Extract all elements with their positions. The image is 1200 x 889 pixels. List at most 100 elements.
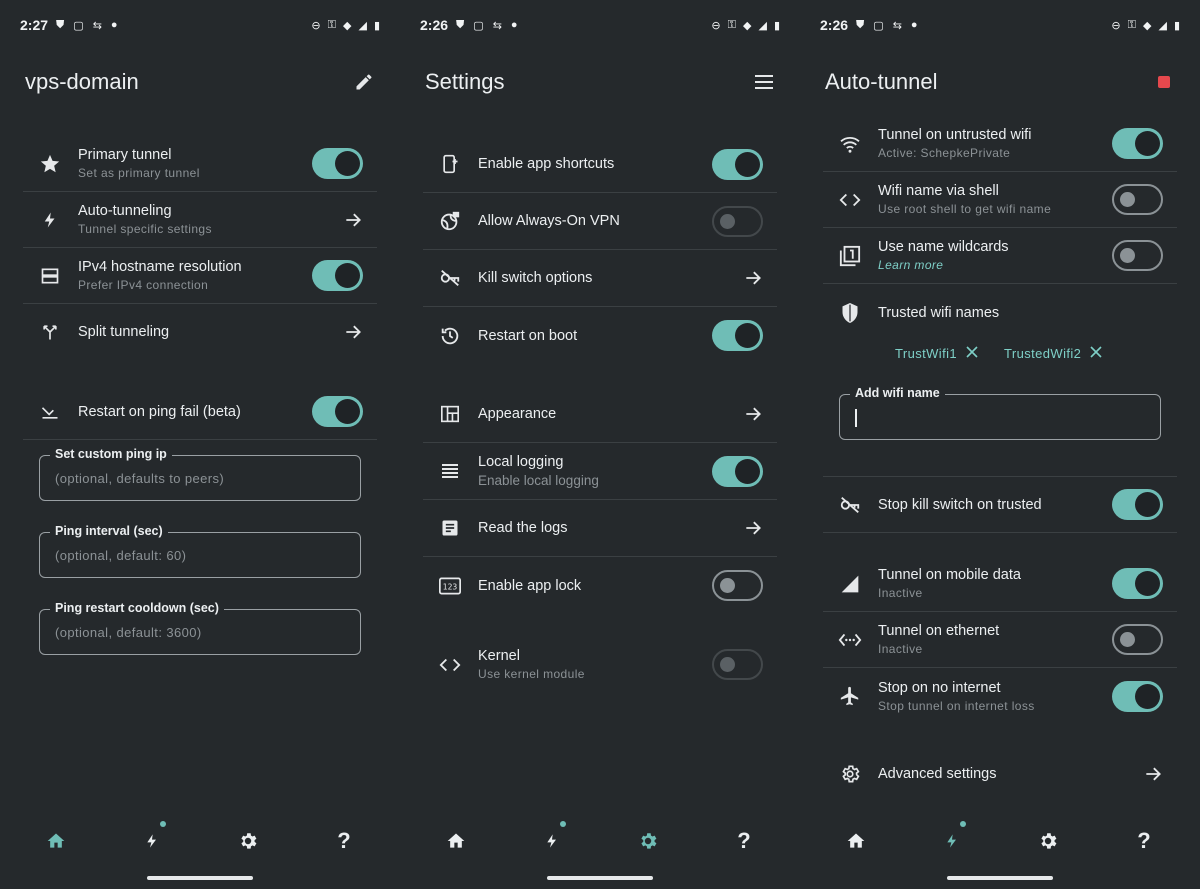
primary-tunnel-toggle[interactable] — [312, 148, 363, 179]
nav-settings[interactable] — [232, 825, 264, 857]
arrow-right-icon[interactable] — [343, 210, 363, 230]
arrow-right-icon[interactable] — [743, 268, 763, 288]
logs-icon — [436, 514, 464, 542]
chip-label: TrustWifi1 — [895, 346, 958, 361]
nav-home[interactable] — [440, 825, 472, 857]
row-auto-tunneling[interactable]: Auto-tunneling Tunnel specific settings — [23, 192, 377, 248]
shield-status-icon: ⛊ — [56, 18, 65, 31]
app-lock-toggle[interactable] — [712, 570, 763, 601]
status-bar: 2:26 ⛊ ▢ ⇆ ● ⊖ ⚿ ◆ ◢ ▮ — [420, 15, 780, 35]
menu-icon[interactable] — [752, 70, 776, 94]
nav-help[interactable]: ? — [328, 825, 360, 857]
nav-home[interactable] — [40, 825, 72, 857]
row-kill-switch-options[interactable]: Kill switch options — [423, 250, 777, 307]
ipv4-toggle[interactable] — [312, 260, 363, 291]
row-local-logging[interactable]: Local logging Enable local logging — [423, 443, 777, 500]
nav-home[interactable] — [840, 825, 872, 857]
stop-icon[interactable] — [1152, 70, 1176, 94]
add-wifi-name-input[interactable] — [852, 407, 1142, 429]
row-sublabel: Tunnel specific settings — [78, 222, 212, 236]
close-icon[interactable] — [966, 346, 978, 361]
screen-auto-tunnel: 2:26 ⛊ ▢ ⇆ ● ⊖ ⚿ ◆ ◢ ▮ Auto-tunnel Tunne… — [800, 0, 1200, 889]
wifi-status-icon: ◆ — [743, 19, 752, 32]
home-icon — [847, 833, 865, 848]
app-shortcuts-toggle[interactable] — [712, 148, 763, 180]
row-label: Tunnel on mobile data — [878, 567, 1021, 583]
no-internet-toggle[interactable] — [1112, 680, 1163, 712]
always-on-vpn-toggle[interactable] — [712, 205, 763, 237]
gear-icon — [241, 833, 257, 849]
local-logging-toggle[interactable] — [712, 455, 763, 487]
field-placeholder: (optional, default: 60) — [55, 548, 187, 563]
row-kernel[interactable]: Kernel Use kernel module — [423, 636, 777, 693]
server-icon — [36, 262, 64, 290]
row-label: Read the logs — [478, 520, 568, 536]
ping-cooldown-field[interactable]: Ping restart cooldown (sec) (optional, d… — [39, 601, 361, 655]
row-label: Split tunneling — [78, 324, 170, 340]
row-sublabel: Prefer IPv4 connection — [78, 278, 209, 292]
row-primary-tunnel[interactable]: Primary tunnel Set as primary tunnel — [23, 136, 377, 192]
add-wifi-name-field[interactable]: Add wifi name — [839, 386, 1161, 440]
stop-kill-switch-toggle[interactable] — [1112, 489, 1163, 520]
wifi-shell-toggle[interactable] — [1112, 184, 1163, 215]
arrow-right-icon[interactable] — [1143, 764, 1163, 784]
row-appearance[interactable]: Appearance — [423, 386, 777, 443]
nav-autotunnel[interactable] — [536, 821, 568, 857]
vpn-key-status-icon: ⚿ — [727, 18, 736, 31]
row-restart-on-boot[interactable]: Restart on boot — [423, 307, 777, 364]
row-advanced-settings[interactable]: Advanced settings — [823, 746, 1177, 802]
arrow-right-icon[interactable] — [743, 518, 763, 538]
kernel-toggle[interactable] — [712, 649, 763, 680]
untrusted-wifi-toggle[interactable] — [1112, 128, 1163, 159]
row-always-on-vpn[interactable]: Allow Always-On VPN — [423, 193, 777, 250]
row-app-lock[interactable]: 123 Enable app lock — [423, 557, 777, 614]
row-name-wildcards[interactable]: Use name wildcards Learn more — [823, 228, 1177, 284]
row-restart-ping-fail[interactable]: Restart on ping fail (beta) — [23, 384, 377, 440]
nav-autotunnel[interactable] — [136, 821, 168, 857]
learn-more-link[interactable]: Learn more — [878, 258, 1009, 272]
row-no-internet[interactable]: Stop on no internet Stop tunnel on inter… — [823, 668, 1177, 724]
row-wifi-via-shell[interactable]: Wifi name via shell Use root shell to ge… — [823, 172, 1177, 228]
nav-help[interactable]: ? — [1128, 825, 1160, 857]
nav-help[interactable]: ? — [728, 825, 760, 857]
row-label: Enable app lock — [478, 577, 582, 594]
row-stop-kill-switch-trusted[interactable]: Stop kill switch on trusted — [823, 476, 1177, 533]
ethernet-toggle[interactable] — [1112, 624, 1163, 655]
star-icon — [36, 150, 64, 178]
row-read-logs[interactable]: Read the logs — [423, 500, 777, 557]
row-app-shortcuts[interactable]: Enable app shortcuts — [423, 136, 777, 193]
pencil-icon[interactable] — [352, 70, 376, 94]
row-ipv4-resolution[interactable]: IPv4 hostname resolution Prefer IPv4 con… — [23, 248, 377, 304]
row-mobile-data[interactable]: Tunnel on mobile data Inactive — [823, 556, 1177, 612]
nav-autotunnel[interactable] — [936, 821, 968, 857]
nav-settings[interactable] — [1032, 825, 1064, 857]
row-trusted-wifi-names: Trusted wifi names — [823, 285, 1177, 341]
custom-ping-ip-field[interactable]: Set custom ping ip (optional, defaults t… — [39, 447, 361, 501]
ping-interval-field[interactable]: Ping interval (sec) (optional, default: … — [39, 524, 361, 578]
row-label: Tunnel on untrusted wifi — [878, 127, 1032, 143]
history-icon — [436, 322, 464, 350]
home-icon — [447, 833, 465, 848]
status-bar: 2:27 ⛊ ▢ ⇆ ● ⊖ ⚿ ◆ ◢ ▮ — [20, 15, 380, 35]
field-placeholder: (optional, default: 3600) — [55, 625, 202, 640]
home-icon — [47, 833, 65, 848]
nav-settings[interactable] — [632, 825, 664, 857]
bottom-nav: ? — [800, 821, 1200, 857]
arrow-right-icon[interactable] — [743, 404, 763, 424]
mobile-data-toggle[interactable] — [1112, 568, 1163, 599]
screen-tunnel-settings: 2:27 ⛊ ▢ ⇆ ● ⊖ ⚿ ◆ ◢ ▮ vps-domain Primar… — [0, 0, 400, 889]
row-ethernet[interactable]: Tunnel on ethernet Inactive — [823, 612, 1177, 668]
signal-status-icon: ◢ — [1158, 19, 1167, 32]
restart-ping-toggle[interactable] — [312, 396, 363, 427]
bolt-icon — [36, 206, 64, 234]
arrow-right-icon[interactable] — [343, 322, 363, 342]
restart-on-boot-toggle[interactable] — [712, 320, 763, 351]
notification-status-icon: ● — [110, 19, 118, 31]
close-icon[interactable] — [1090, 346, 1102, 361]
wifi-status-icon: ◆ — [1143, 19, 1152, 32]
layout-icon — [436, 400, 464, 428]
row-sublabel: Active: SchepkePrivate — [878, 146, 1011, 160]
row-untrusted-wifi[interactable]: Tunnel on untrusted wifi Active: Schepke… — [823, 116, 1177, 172]
wildcards-toggle[interactable] — [1112, 240, 1163, 271]
row-split-tunneling[interactable]: Split tunneling — [23, 304, 377, 360]
